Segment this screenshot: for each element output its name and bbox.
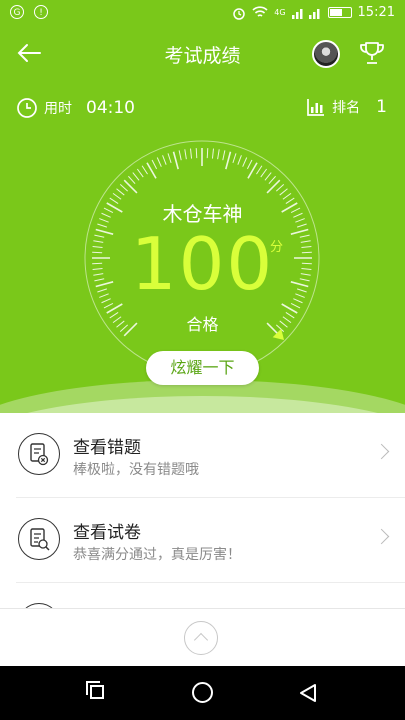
clock-icon — [17, 98, 37, 118]
gauge-tick — [237, 155, 242, 165]
gauge-tick — [232, 153, 237, 164]
rank-value: 1 — [376, 97, 387, 117]
gauge-tick — [119, 184, 129, 192]
gauge-tick — [141, 165, 148, 175]
gauge-tick — [178, 150, 182, 161]
time-value: 04:10 — [86, 98, 135, 118]
rank-label: 排名 — [332, 100, 361, 116]
gauge-tick — [246, 159, 253, 170]
gauge-tick — [123, 179, 138, 194]
gauge-tick — [279, 188, 288, 196]
gauge-tick — [195, 148, 198, 159]
gauge-tick — [206, 148, 209, 159]
gauge-tick — [132, 172, 140, 181]
rank: 排名 1 — [306, 97, 387, 117]
chevron-right-icon — [373, 528, 390, 545]
bottom-panel — [0, 608, 405, 667]
score-unit: 分 — [270, 240, 284, 255]
gauge-tick — [128, 175, 136, 185]
item-subtitle: 棒极啦，没有错题哦 — [73, 462, 199, 478]
item-title: 查看试卷 — [73, 523, 141, 543]
system-nav-bar — [0, 666, 405, 720]
share-button[interactable]: 炫耀一下 — [146, 351, 259, 385]
gauge-tick — [184, 149, 187, 160]
top-bar: 考试成绩 — [0, 28, 405, 80]
chevron-right-icon — [373, 443, 390, 460]
chevron-up-icon[interactable] — [184, 621, 218, 655]
item-subtitle: 恭喜满分通过，真是厉害！ — [73, 547, 241, 563]
gauge-tick — [167, 153, 172, 164]
score-value: 100 — [130, 222, 275, 306]
gauge-tick — [217, 149, 220, 160]
time-label: 用时 — [44, 101, 72, 117]
time-used: 用时 04:10 — [16, 97, 135, 119]
gauge-tick — [268, 175, 276, 185]
network-type: 4G — [274, 8, 286, 17]
status-bar: G ! 4G 15:21 — [0, 0, 405, 28]
bar-chart-icon — [307, 99, 325, 116]
alert-icon: ! — [34, 5, 48, 19]
gauge-tick — [260, 168, 268, 178]
gauge-tick — [264, 172, 272, 181]
gauge-tick — [225, 151, 232, 170]
pass-status: 合格 — [186, 315, 219, 334]
wifi-icon — [252, 6, 268, 17]
sim-card-icon: G — [10, 5, 24, 19]
result-menu: 查看错题 棒极啦，没有错题哦 查看试卷 恭喜满分通过，真是厉害！ 继续加油 — [0, 413, 405, 613]
gauge-tick — [136, 168, 144, 178]
gauge-tick — [222, 150, 226, 161]
gauge-tick — [116, 188, 125, 196]
gauge-tick — [162, 155, 167, 165]
exam-paper-icon — [18, 518, 60, 560]
home-icon[interactable] — [192, 682, 213, 703]
gauge-tick — [266, 179, 281, 194]
page-title: 考试成绩 — [164, 45, 241, 67]
gauge-tick — [275, 184, 285, 192]
list-item-wrong-questions[interactable]: 查看错题 棒极啦，没有错题哦 — [16, 413, 405, 498]
gauge-tick — [256, 165, 263, 175]
gauge-tick — [156, 157, 162, 167]
signal-icon — [291, 9, 320, 19]
alarm-icon — [233, 7, 245, 20]
item-title: 查看错题 — [73, 438, 141, 458]
recent-apps-icon[interactable] — [86, 681, 104, 699]
gauge-tick — [211, 148, 214, 159]
gauge-tick — [242, 157, 248, 167]
trophy-icon[interactable] — [357, 38, 387, 68]
back-triangle-icon[interactable] — [297, 682, 319, 704]
battery-icon — [327, 7, 352, 18]
gauge-tick — [151, 159, 158, 170]
gauge-tick — [190, 148, 193, 159]
wrong-questions-icon — [18, 433, 60, 475]
list-item-exam-paper[interactable]: 查看试卷 恭喜满分通过，真是厉害！ — [16, 498, 405, 583]
avatar[interactable] — [312, 40, 340, 68]
status-time: 15:21 — [357, 5, 395, 20]
gauge-tick — [172, 151, 179, 170]
